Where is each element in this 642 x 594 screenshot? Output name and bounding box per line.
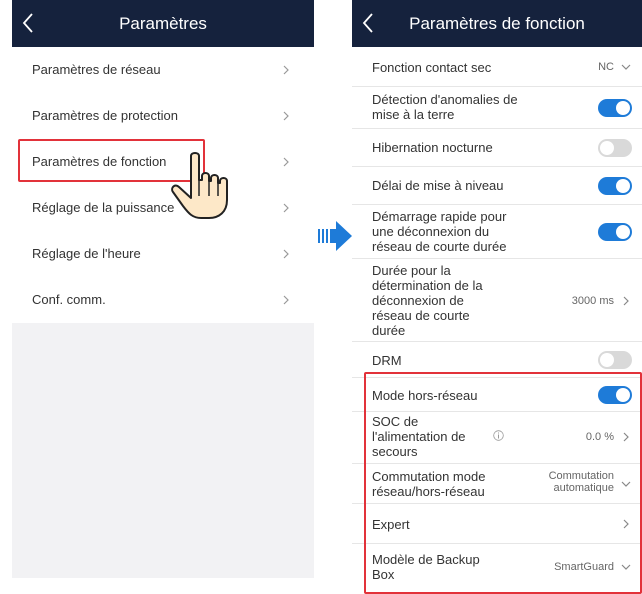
row-ground-fault-detection: Détection d'anomalies de mise à la terre: [352, 87, 642, 129]
row-label: Hibernation nocturne: [372, 140, 493, 155]
menu-item-network[interactable]: Paramètres de réseau: [12, 47, 314, 93]
row-label: Durée pour la détermination de la déconn…: [372, 263, 483, 338]
row-label: Fonction contact sec: [372, 60, 492, 75]
row-fast-start: Démarrage rapide pour une déconnexion du…: [352, 205, 642, 259]
app-bar: Paramètres: [12, 0, 314, 47]
menu-item-label: Réglage de l'heure: [32, 246, 141, 261]
toggle-knob: [600, 141, 614, 155]
chevron-down-icon: [621, 64, 631, 70]
ground-fault-toggle[interactable]: [598, 99, 632, 117]
chevron-right-icon: [283, 65, 289, 75]
menu-item-power[interactable]: Réglage de la puissance: [12, 185, 314, 231]
page-title: Paramètres: [119, 14, 207, 33]
fast-start-toggle[interactable]: [598, 223, 632, 241]
app-bar: Paramètres de fonction: [352, 0, 642, 47]
row-label: Détection d'anomalies de mise à la terre: [372, 92, 518, 122]
row-night-hibernation: Hibernation nocturne: [352, 129, 642, 167]
highlight-box: [364, 372, 642, 594]
menu-item-label: Paramètres de réseau: [32, 62, 161, 77]
toggle-knob: [600, 353, 614, 367]
row-label: Démarrage rapide pour une déconnexion du…: [372, 209, 507, 254]
pointing-hand-icon: [171, 152, 228, 219]
settings-menu: Paramètres de réseau Paramètres de prote…: [12, 47, 314, 323]
chevron-right-icon: [623, 296, 629, 306]
toggle-knob: [616, 101, 630, 115]
toggle-knob: [616, 179, 630, 193]
menu-item-label: Réglage de la puissance: [32, 200, 175, 215]
settings-screen: Paramètres Paramètres de réseau Paramètr…: [12, 0, 314, 578]
arrow-right-icon: [318, 221, 352, 251]
duration-value: 3000 ms: [571, 295, 614, 307]
menu-item-comm[interactable]: Conf. comm.: [12, 277, 314, 323]
chevron-right-icon: [283, 203, 289, 213]
row-label: DRM: [372, 353, 402, 368]
row-upgrade-delay: Délai de mise à niveau: [352, 167, 642, 205]
toggle-knob: [616, 225, 630, 239]
menu-item-time[interactable]: Réglage de l'heure: [12, 231, 314, 277]
drm-toggle[interactable]: [598, 351, 632, 369]
row-label: Délai de mise à niveau: [372, 178, 504, 193]
menu-item-protection[interactable]: Paramètres de protection: [12, 93, 314, 139]
menu-item-label: Paramètres de protection: [32, 108, 178, 123]
night-hibernation-toggle[interactable]: [598, 139, 632, 157]
upgrade-delay-toggle[interactable]: [598, 177, 632, 195]
page-title: Paramètres de fonction: [409, 14, 585, 33]
dry-contact-value: NC: [598, 61, 614, 73]
row-short-outage-duration[interactable]: Durée pour la détermination de la déconn…: [352, 259, 642, 342]
chevron-right-icon: [283, 157, 289, 167]
chevron-right-icon: [283, 249, 289, 259]
menu-item-label: Conf. comm.: [32, 292, 106, 307]
chevron-right-icon: [283, 295, 289, 305]
row-dry-contact[interactable]: Fonction contact sec NC: [352, 47, 642, 87]
chevron-right-icon: [283, 111, 289, 121]
